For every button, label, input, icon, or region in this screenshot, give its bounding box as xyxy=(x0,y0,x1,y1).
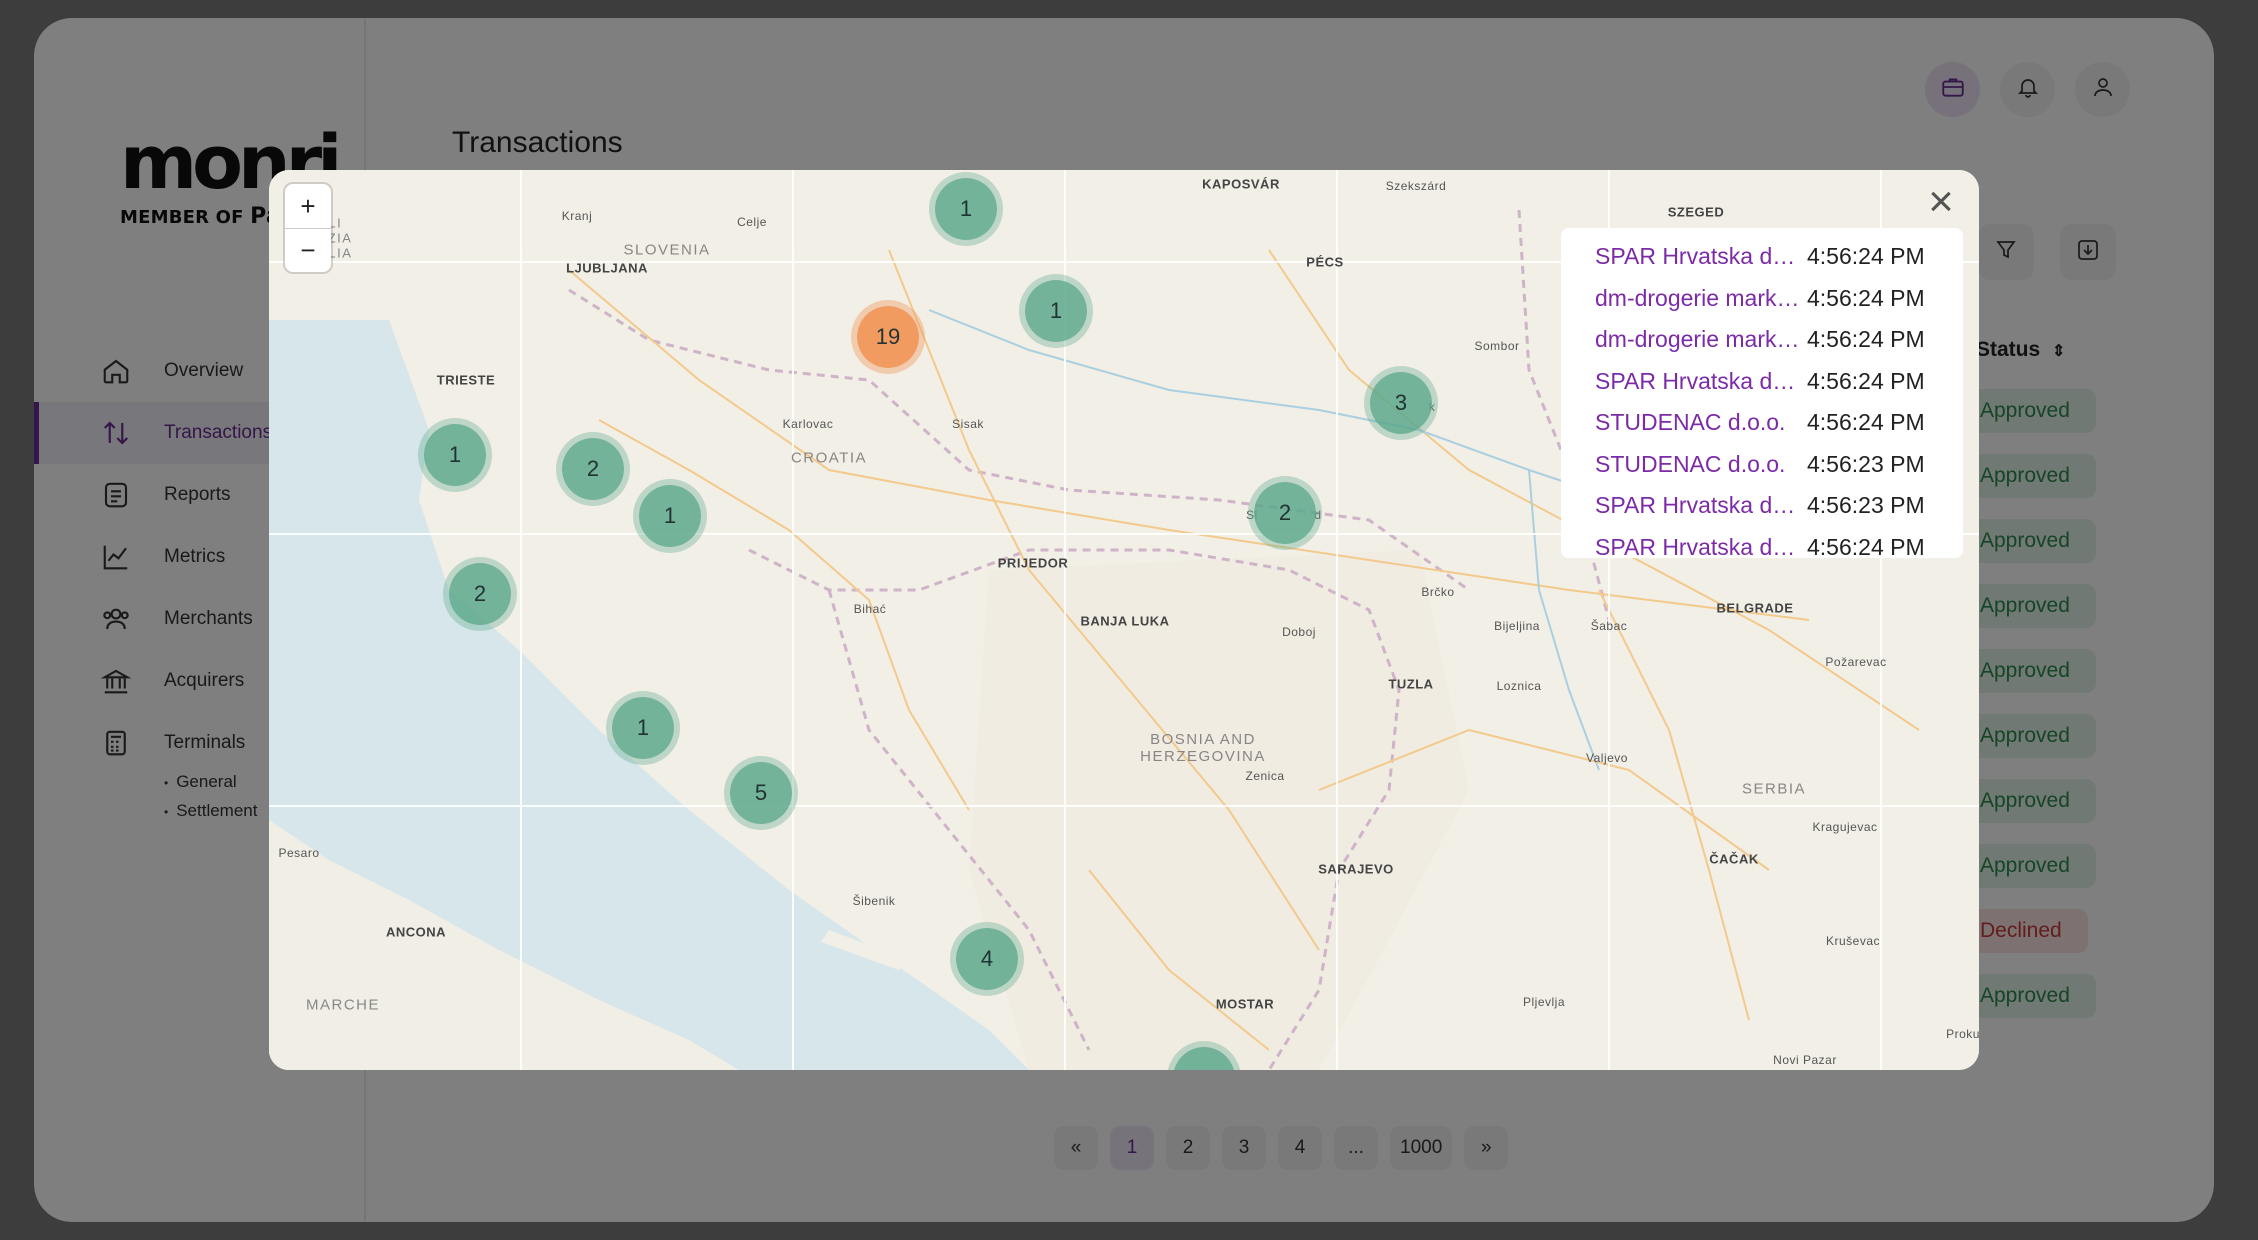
map-label-city: Loznica xyxy=(1496,679,1542,693)
merchant-link[interactable]: SPAR Hrvatska d.o.o. xyxy=(1595,368,1801,395)
map-label-city: BANJA LUKA xyxy=(1080,613,1170,629)
marker-cluster[interactable]: 19 xyxy=(857,306,919,368)
zoom-out-button[interactable]: − xyxy=(285,228,331,272)
map-label-city: Šibenik xyxy=(852,894,896,908)
transaction-time: 4:56:24 PM xyxy=(1807,533,1925,558)
map-label-country: SERBIA xyxy=(1741,780,1807,798)
transaction-time: 4:56:24 PM xyxy=(1807,243,1925,270)
marker-cluster[interactable]: 4 xyxy=(956,928,1018,990)
zoom-in-button[interactable]: + xyxy=(285,184,331,228)
list-item[interactable]: dm-drogerie markt d.o.o.4:56:24 PM xyxy=(1561,319,1963,361)
map-label-city: ČAČAK xyxy=(1709,851,1759,867)
map-label-city: Valjevo xyxy=(1586,751,1628,765)
marker-cluster[interactable]: 2 xyxy=(562,438,624,500)
map-label-city: Sisak xyxy=(952,417,984,431)
list-item[interactable]: SPAR Hrvatska d.o.o. 4:56:23 PM xyxy=(1561,485,1963,527)
map-label-city: PÉCS xyxy=(1306,254,1344,270)
merchant-link[interactable]: dm-drogerie markt d.o.o. xyxy=(1595,326,1801,353)
map-label-city: Požarevac xyxy=(1825,655,1887,669)
map-label-city: BELGRADE xyxy=(1716,600,1794,616)
map-label-city: Novi Pazar xyxy=(1773,1053,1837,1067)
map-label-city: KAPOSVÁR xyxy=(1202,176,1280,192)
zoom-control: + − xyxy=(285,184,331,272)
map-label-city: PRIJEDOR xyxy=(997,555,1069,571)
map-label-region: MARCHE xyxy=(305,996,381,1014)
transaction-time: 4:56:23 PM xyxy=(1807,492,1925,519)
merchant-link[interactable]: dm-drogerie markt d.o.o. xyxy=(1595,285,1801,312)
map-label-city: Zenica xyxy=(1245,769,1285,783)
map-label-city: TUZLA xyxy=(1388,676,1434,692)
marker-cluster[interactable]: 2 xyxy=(449,563,511,625)
map-label-city: Kruševac xyxy=(1825,934,1881,948)
marker-cluster[interactable]: 1 xyxy=(424,424,486,486)
map-label-country: SLOVENIA xyxy=(623,241,711,259)
map-label-city: SARAJEVO xyxy=(1318,861,1394,877)
list-item[interactable]: SPAR Hrvatska d.o.o. 4:56:24 PM xyxy=(1561,361,1963,403)
map-label-city: TRIESTE xyxy=(436,372,496,388)
map-label-city: Szekszárd xyxy=(1385,179,1447,193)
map-modal: KAPOSVÁR Szekszárd SZEGED PÉCS Kranj Cel… xyxy=(269,170,1979,1070)
map-label-city: Karlovac xyxy=(782,417,834,431)
map-label-city: Doboj xyxy=(1282,625,1316,639)
marker-cluster[interactable]: 2 xyxy=(1254,482,1316,544)
map-label-city: Šabac xyxy=(1590,619,1628,633)
map-label-city: Pesaro xyxy=(278,846,320,860)
merchant-link[interactable]: SPAR Hrvatska d.o.o. xyxy=(1595,243,1801,270)
list-item[interactable]: SPAR Hrvatska d.o.o. 4:56:24 PM xyxy=(1561,527,1963,558)
marker-cluster[interactable]: 1 xyxy=(639,485,701,547)
transaction-time: 4:56:24 PM xyxy=(1807,409,1925,436)
merchant-link[interactable]: STUDENAC d.o.o. xyxy=(1595,409,1801,436)
list-item[interactable]: SPAR Hrvatska d.o.o. 4:56:24 PM xyxy=(1561,236,1963,278)
merchant-link[interactable]: STUDENAC d.o.o. xyxy=(1595,451,1801,478)
map-label-city: Celje xyxy=(737,215,767,229)
marker-cluster[interactable]: 5 xyxy=(730,762,792,824)
map-label-city: ANCONA xyxy=(385,924,447,940)
map-label-city: Bihać xyxy=(853,602,887,616)
map-label-city: MOSTAR xyxy=(1215,996,1275,1012)
transactions-popup[interactable]: SPAR Hrvatska d.o.o. 4:56:24 PM dm-droger… xyxy=(1561,228,1963,558)
merchant-link[interactable]: SPAR Hrvatska d.o.o. xyxy=(1595,534,1801,558)
close-icon: × xyxy=(1928,177,1954,226)
list-item[interactable]: dm-drogerie markt d.o.o.4:56:24 PM xyxy=(1561,278,1963,320)
transaction-time: 4:56:24 PM xyxy=(1807,284,1925,311)
map-label-city: SZEGED xyxy=(1667,204,1725,220)
list-item[interactable]: STUDENAC d.o.o. 4:56:23 PM xyxy=(1561,444,1963,486)
map-label-city: Proku xyxy=(1946,1027,1979,1041)
close-button[interactable]: × xyxy=(1917,180,1965,228)
map-label-country: BOSNIA AND HERZEGOVINA xyxy=(1140,731,1266,765)
transaction-time: 4:56:23 PM xyxy=(1807,450,1925,477)
map-label-city: LJUBLJANA xyxy=(566,260,648,276)
map-label-city: Sombor xyxy=(1474,339,1520,353)
map-label-city: Kragujevac xyxy=(1812,820,1878,834)
map-label-city: Bijeljina xyxy=(1494,619,1540,633)
map-label-city: Pljevlja xyxy=(1522,995,1566,1009)
map-label-country: CROATIA xyxy=(790,449,868,467)
marker-cluster[interactable]: 1 xyxy=(935,178,997,240)
transaction-time: 4:56:24 PM xyxy=(1807,326,1925,353)
map-label-city: Brčko xyxy=(1421,585,1455,599)
merchant-link[interactable]: SPAR Hrvatska d.o.o. xyxy=(1595,492,1801,519)
marker-cluster[interactable]: 1 xyxy=(612,697,674,759)
map-label-city: Kranj xyxy=(561,209,593,223)
marker-cluster[interactable]: 1 xyxy=(1025,280,1087,342)
list-item[interactable]: STUDENAC d.o.o. 4:56:24 PM xyxy=(1561,402,1963,444)
transaction-time: 4:56:24 PM xyxy=(1807,367,1925,394)
marker-cluster[interactable]: 3 xyxy=(1370,372,1432,434)
